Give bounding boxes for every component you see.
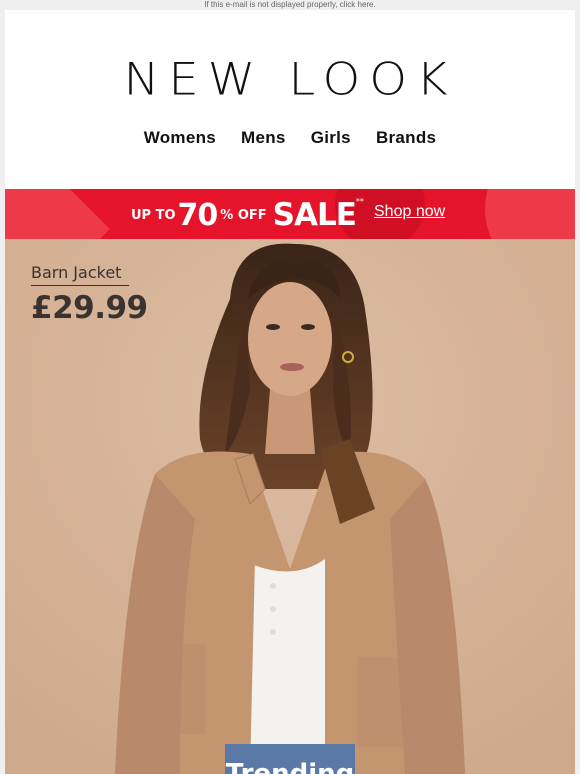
nav-girls[interactable]: Girls bbox=[311, 128, 351, 150]
product-price: £29.99 bbox=[31, 290, 148, 326]
new-look-logo[interactable]: NEW LOOK bbox=[5, 56, 575, 104]
main-nav: Womens Mens Girls Brands bbox=[5, 128, 575, 150]
trending-heading: Trending bbox=[225, 759, 355, 774]
sale-up-to: UP TO bbox=[131, 207, 176, 223]
preheader-link[interactable]: If this e-mail is not displayed properly… bbox=[0, 0, 580, 10]
product-name: Barn Jacket bbox=[31, 263, 129, 286]
sale-percent: 70 bbox=[177, 197, 219, 233]
sale-percent-off: % OFF bbox=[220, 207, 267, 223]
nav-brands[interactable]: Brands bbox=[376, 128, 436, 150]
nav-mens[interactable]: Mens bbox=[241, 128, 286, 150]
nav-womens[interactable]: Womens bbox=[144, 128, 216, 150]
banner-decor-shape bbox=[5, 189, 110, 239]
price-tag: Barn Jacket £29.99 bbox=[31, 263, 148, 326]
hero-image[interactable]: Barn Jacket £29.99 Trending bbox=[5, 239, 575, 774]
sale-word: SALE bbox=[272, 197, 357, 233]
sale-asterisks: ** bbox=[355, 197, 364, 206]
sale-headline: UP TO 70 % OFF SALE ** bbox=[131, 195, 364, 235]
banner-decor-circle bbox=[485, 189, 575, 239]
sale-banner[interactable]: UP TO 70 % OFF SALE ** Shop now bbox=[5, 189, 575, 239]
shop-now-link[interactable]: Shop now bbox=[374, 203, 445, 221]
email-body: NEW LOOK Womens Mens Girls Brands UP TO … bbox=[5, 10, 575, 774]
